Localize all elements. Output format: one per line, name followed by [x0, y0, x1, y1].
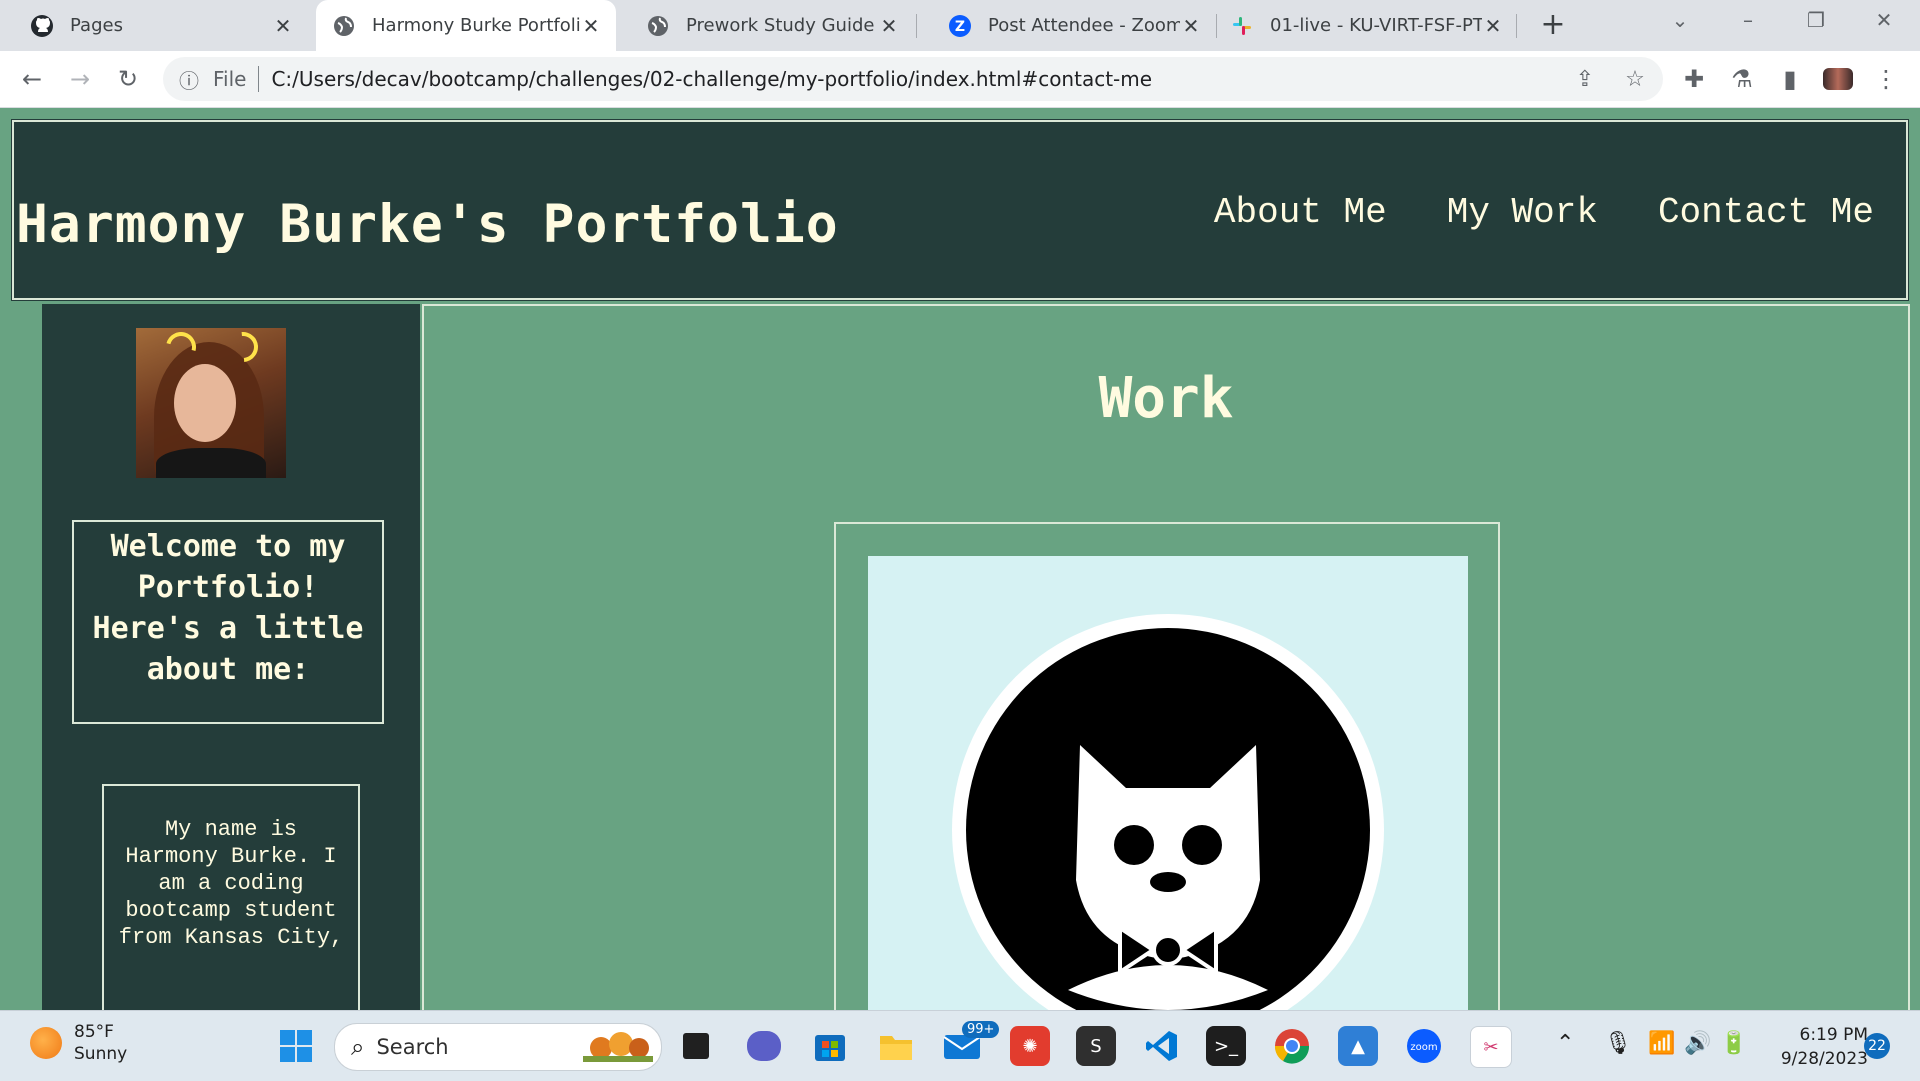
close-icon[interactable]: ✕ [580, 14, 602, 38]
work-card[interactable] [834, 522, 1500, 1010]
s-app-icon[interactable]: S [1076, 1026, 1116, 1066]
gear-app-icon[interactable]: ✺ [1010, 1026, 1050, 1066]
wifi-icon[interactable]: 📶 [1648, 1031, 1675, 1056]
photos-icon[interactable]: ▲ [1338, 1026, 1378, 1066]
scheme-label: File [213, 67, 247, 91]
site-nav: About Me My Work Contact Me [1214, 192, 1874, 233]
minimize-button[interactable]: – [1728, 8, 1768, 32]
tab-separator [1216, 14, 1217, 38]
tab-search-icon[interactable]: ⌄ [1660, 8, 1700, 32]
weather-widget[interactable]: 85°F Sunny [30, 1021, 127, 1065]
file-explorer-icon[interactable] [876, 1026, 916, 1066]
tab-title: Post Attendee - Zoom [988, 15, 1180, 36]
divider [258, 66, 260, 92]
close-window-button[interactable]: ✕ [1864, 8, 1904, 32]
side-panel-icon[interactable]: ▮ [1772, 61, 1808, 97]
tab-title: Prework Study Guide [686, 15, 875, 36]
teams-chat-icon[interactable] [744, 1026, 784, 1066]
search-label: Search [376, 1035, 449, 1059]
new-tab-button[interactable]: + [1536, 8, 1570, 42]
microphone-icon[interactable]: 🎙 [1604, 1031, 1632, 1056]
site-title: Harmony Burke's Portfolio [16, 194, 839, 255]
close-icon[interactable]: ✕ [1482, 14, 1504, 38]
vscode-icon[interactable] [1142, 1026, 1182, 1066]
info-icon[interactable]: ⓘ [179, 65, 209, 94]
address-bar[interactable]: ⓘ File C:/Users/decav/bootcamp/challenge… [163, 57, 1663, 101]
extensions-icon[interactable]: ✚ [1676, 61, 1712, 97]
weather-temp: 85°F [74, 1022, 114, 1042]
tab-prework-study-guide[interactable]: Prework Study Guide ✕ [616, 0, 914, 51]
search-highlight-icon [583, 1032, 653, 1062]
globe-icon [332, 14, 356, 38]
work-thumbnail[interactable] [868, 556, 1468, 1010]
zoom-icon[interactable]: zoom [1404, 1026, 1444, 1066]
nav-link-contact-me[interactable]: Contact Me [1658, 192, 1874, 233]
nav-link-my-work[interactable]: My Work [1447, 192, 1598, 233]
browser-tab-strip: Pages ✕ Harmony Burke Portfolio ✕ Prewor… [0, 0, 1920, 51]
profile-avatar[interactable] [1820, 61, 1856, 97]
tab-harmony-burke-portfolio[interactable]: Harmony Burke Portfolio ✕ [316, 0, 616, 51]
cat-logo-icon [952, 614, 1384, 1010]
bio-text: My name is Harmony Burke. I am a coding … [102, 784, 360, 1010]
nav-link-about-me[interactable]: About Me [1214, 192, 1387, 233]
close-icon[interactable]: ✕ [878, 14, 900, 38]
taskbar: 85°F Sunny ⌕ Search 99+ ✺ S >_ ▲ zoom ✂ … [0, 1010, 1920, 1081]
menu-kebab-icon[interactable]: ⋮ [1868, 61, 1904, 97]
microsoft-store-icon[interactable] [810, 1026, 850, 1066]
forward-icon[interactable]: → [62, 61, 98, 97]
mail-badge: 99+ [962, 1021, 1000, 1038]
snipping-tool-icon[interactable]: ✂ [1470, 1026, 1512, 1068]
close-icon[interactable]: ✕ [1180, 14, 1202, 38]
omnibox-actions: ⇪ ☆ [1569, 63, 1651, 95]
tab-title: 01-live - KU-VIRT-FSF-PT [1270, 15, 1482, 36]
svg-text:zoom: zoom [1410, 1042, 1437, 1053]
main-content: Work [422, 304, 1910, 1010]
profile-photo [136, 328, 286, 478]
clock-time: 6:19 PM [1799, 1025, 1869, 1045]
chrome-dev-icon[interactable] [1272, 1026, 1312, 1066]
clock-date: 9/28/2023 [1780, 1049, 1868, 1069]
clock[interactable]: 6:19 PM 9/28/2023 [1768, 1023, 1868, 1071]
web-page: Harmony Burke's Portfolio About Me My Wo… [0, 108, 1920, 1010]
notification-badge[interactable]: 22 [1864, 1033, 1890, 1059]
tab-separator [1516, 14, 1517, 38]
svg-text:Z: Z [955, 19, 965, 35]
tab-title: Pages [70, 15, 123, 36]
section-title: Work [1098, 366, 1234, 431]
bookmark-star-icon[interactable]: ☆ [1619, 63, 1651, 95]
terminal-icon[interactable]: >_ [1206, 1026, 1246, 1066]
github-icon [30, 14, 54, 38]
back-icon[interactable]: ← [14, 61, 50, 97]
site-header: Harmony Burke's Portfolio About Me My Wo… [11, 119, 1909, 301]
labs-flask-icon[interactable]: ⚗ [1724, 61, 1760, 97]
taskbar-search[interactable]: ⌕ Search [334, 1023, 662, 1071]
welcome-heading: Welcome to my Portfolio! Here's a little… [72, 520, 384, 724]
sidebar: Welcome to my Portfolio! Here's a little… [42, 304, 420, 1010]
task-view-icon[interactable] [676, 1026, 716, 1066]
battery-icon[interactable]: 🔋 [1720, 1031, 1747, 1056]
restore-button[interactable]: ❐ [1796, 8, 1836, 32]
chevron-up-icon[interactable]: ⌃ [1556, 1031, 1574, 1056]
url-text[interactable]: C:/Users/decav/bootcamp/challenges/02-ch… [271, 67, 1152, 91]
tab-slack-live[interactable]: 01-live - KU-VIRT-FSF-PT ✕ [1218, 0, 1518, 51]
globe-icon [646, 14, 670, 38]
weather-desc: Sunny [74, 1044, 128, 1064]
browser-toolbar: ← → ↻ ⓘ File C:/Users/decav/bootcamp/cha… [0, 51, 1920, 108]
share-icon[interactable]: ⇪ [1569, 63, 1601, 95]
windows-start-icon[interactable] [276, 1026, 316, 1066]
tab-pages[interactable]: Pages ✕ [0, 0, 308, 51]
search-icon: ⌕ [351, 1033, 365, 1061]
volume-icon[interactable]: 🔊 [1684, 1031, 1711, 1056]
tab-post-attendee-zoom[interactable]: Z Post Attendee - Zoom ✕ [918, 0, 1216, 51]
close-icon[interactable]: ✕ [272, 14, 294, 38]
slack-icon [1230, 14, 1254, 38]
tab-separator [916, 14, 917, 38]
reload-icon[interactable]: ↻ [110, 61, 146, 97]
zoom-icon: Z [948, 14, 972, 38]
tab-title: Harmony Burke Portfolio [372, 15, 580, 36]
sun-icon [30, 1027, 62, 1059]
